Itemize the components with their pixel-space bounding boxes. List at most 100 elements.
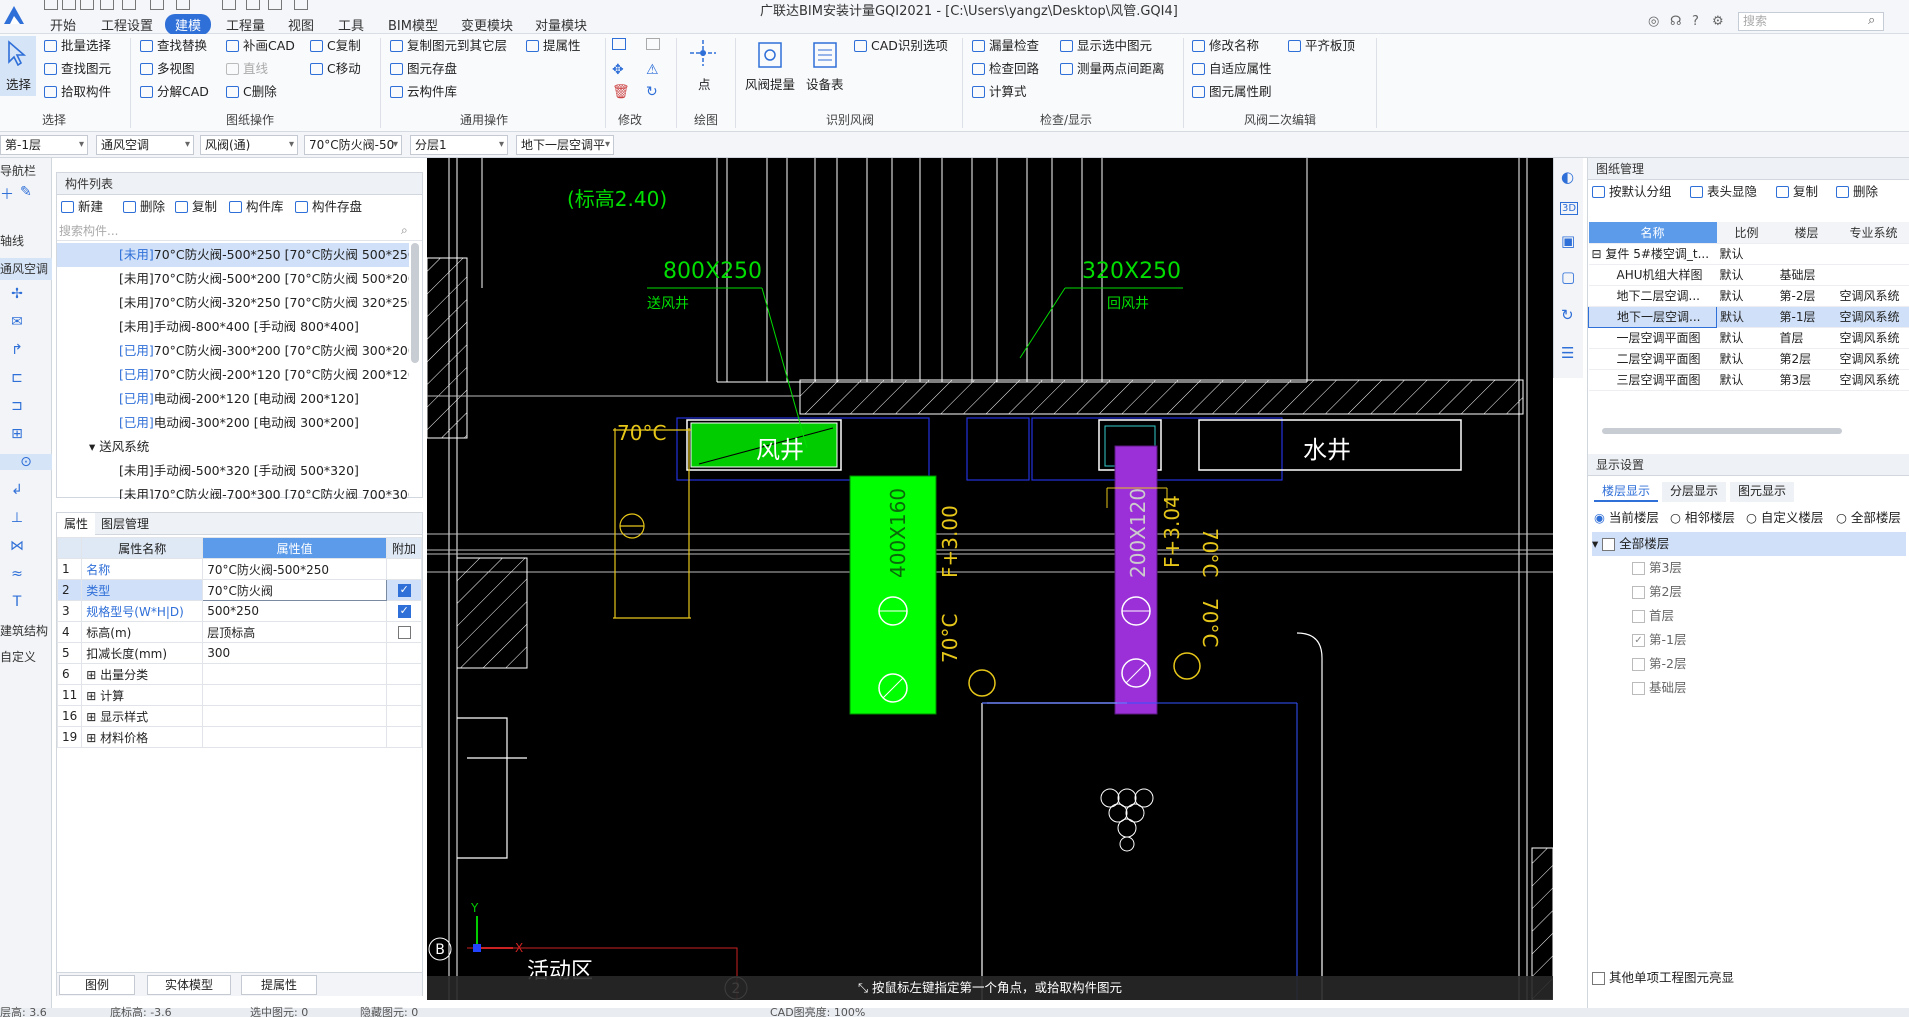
show-selected-button[interactable]: 显示选中图元 [1060,36,1152,56]
copy-icon[interactable] [612,38,626,50]
tree-row[interactable]: [已用]电动阀-300*200 [电动阀 300*200] [57,411,409,435]
extra-checkbox[interactable] [397,626,411,639]
extra-checkbox[interactable] [397,604,411,618]
checkbox[interactable] [1632,682,1645,695]
nav-item-custom[interactable]: 自定义 [0,648,36,665]
radio-all-floors[interactable]: ○ 全部楼层 [1836,508,1901,528]
search-icon[interactable]: ⌕ [1868,13,1875,28]
mirror-icon[interactable] [646,38,660,50]
move-icon[interactable]: ✥ [612,62,624,78]
element-save-button[interactable]: 图元存盘 [390,59,457,79]
new-button[interactable]: 新建 [61,197,103,217]
copy-to-floor-button[interactable]: 复制图元到其它层 [390,36,507,56]
table-row[interactable]: 6 ⊞ 出量分类 [56,663,422,685]
undo-icon[interactable] [100,0,114,10]
line-button[interactable]: 直线 [226,59,268,79]
connector-icon[interactable]: ⊐ [8,398,26,414]
3d-view-icon[interactable]: 3D [1560,202,1579,215]
checkbox[interactable] [1602,538,1616,551]
property-value[interactable]: 层顶标高 [202,621,388,643]
draw-cad-button[interactable]: 补画CAD [226,36,295,56]
cube-icon[interactable]: ▣ [1561,232,1575,250]
measure-distance-button[interactable]: 测量两点间距离 [1060,59,1165,79]
table-row[interactable]: 三层空调平面图 默认 第3层 空调风系统 [1588,369,1909,391]
floor-tree-root[interactable]: ▾ 全部楼层 [1592,532,1906,556]
quick-tool-icon[interactable] [268,0,282,10]
mirror-tool-icon[interactable]: ⚠ [646,62,659,78]
find-replace-button[interactable]: 查找替换 [140,36,207,56]
highlight-other-checkbox[interactable]: 其他单项工程图元亮显 [1592,968,1734,988]
checkbox[interactable] [1632,586,1645,599]
rotate-icon[interactable]: ↻ [646,84,658,100]
nav-item-hvac[interactable]: 通风空调 [0,258,52,280]
property-value[interactable]: 70°C防火阀-500*250 [202,558,388,580]
delete-icon[interactable]: 🗑 [612,84,630,100]
default-group-button[interactable]: 按默认分组 [1592,182,1672,202]
orbit-icon[interactable]: ◐ [1561,168,1574,186]
table-row[interactable]: AHU机组大样图 默认 基础层 [1588,264,1909,286]
extra-checkbox[interactable] [397,583,411,597]
legend-button[interactable]: 图例 [59,975,135,995]
equipment-table-button[interactable]: 设备表 [802,36,848,96]
table-row[interactable]: ⊟ 复件 5#楼空调_t... 默认 [1588,243,1909,265]
checkbox-checked[interactable]: ✓ [1632,634,1645,647]
component-select[interactable]: 70°C防火阀-50 [304,135,402,155]
collapse-icon[interactable]: ⊟ [1592,247,1606,261]
delete-drawing-button[interactable]: 删除 [1836,182,1878,202]
search-icon[interactable]: ⌕ [401,223,408,238]
component-search-input[interactable]: 搜索构件... [57,221,422,241]
radio-current-floor[interactable]: ◉ 当前楼层 [1594,508,1659,528]
point-button[interactable]: 点 [682,36,726,96]
elbow-icon[interactable]: ↱ [8,342,26,358]
drawing-canvas[interactable]: 风井 水井 400X160 F+3.00 70°C 200X120 F+3.04… [427,158,1553,1000]
tab-layer-display[interactable]: 分层显示 [1662,482,1726,502]
floor-item[interactable]: 基础层 [1632,676,1687,700]
tree-row[interactable]: [已用]70°C防火阀-200*120 [70°C防火阀 200*120] [57,363,409,387]
menu-start[interactable]: 开始 [40,14,86,35]
solid-model-button[interactable]: 实体模型 [147,975,231,995]
table-row-selected[interactable]: 地下一层空调... 默认 第-1层 空调风系统 [1588,305,1909,328]
property-value-input[interactable]: 70°C防火阀 [202,579,388,601]
bowtie-icon[interactable]: ⋈ [8,538,26,554]
table-row[interactable]: 3 规格型号(W*H|D) 500*250 [56,600,422,622]
property-value[interactable]: 300 [202,642,388,664]
c-copy-button[interactable]: C复制 [310,36,361,56]
collapse-icon[interactable]: ▾ [1592,536,1602,551]
c-move-button[interactable]: C移动 [310,59,361,79]
quick-tool-icon[interactable] [150,0,164,10]
redo-icon[interactable] [122,0,136,10]
table-row[interactable]: 1 名称 70°C防火阀-500*250 [56,558,422,580]
tree-row[interactable]: [已用]电动阀-200*120 [电动阀 200*120] [57,387,409,411]
quick-tool-icon[interactable] [246,0,260,10]
toggle-header-button[interactable]: 表头显隐 [1690,182,1757,202]
rename-button[interactable]: 修改名称 [1192,36,1259,56]
menu-reconcile-module[interactable]: 对量模块 [525,14,597,35]
cloud-library-button[interactable]: 云构件库 [390,82,457,102]
formula-button[interactable]: 计算式 [972,82,1027,102]
quick-tool-icon[interactable] [176,0,190,10]
floor-item[interactable]: 第3层 [1632,556,1682,580]
copy-button[interactable]: 复制 [175,197,217,217]
tab-properties[interactable]: 属性 [57,513,95,535]
floor-item[interactable]: 首层 [1632,604,1674,628]
floor-item[interactable]: 第-2层 [1632,652,1686,676]
quick-tool-icon[interactable] [222,0,236,10]
select-tool-button[interactable]: 选择 [0,36,36,96]
drawing-select[interactable]: 地下一层空调平 [516,135,614,155]
table-row[interactable]: 地下二层空调... 默认 第-2层 空调风系统 [1588,285,1909,307]
extract-attr-bottom-button[interactable]: 提属性 [241,975,317,995]
scrollbar[interactable] [411,243,419,363]
menu-bim-model[interactable]: BIM模型 [378,14,448,35]
coil-icon[interactable]: ≈ [8,566,26,582]
cad-drawing[interactable]: 风井 水井 400X160 F+3.00 70°C 200X120 F+3.04… [427,158,1553,1000]
new-icon[interactable] [62,0,76,10]
quick-tool-icon[interactable] [294,0,308,10]
fan-icon[interactable]: ✢ [8,286,26,302]
support-icon[interactable]: ☊ [1670,14,1682,29]
store-button[interactable]: 构件存盘 [295,197,362,217]
menu-project-settings[interactable]: 工程设置 [91,14,163,35]
tree-group[interactable]: ▾ 送风系统 [57,435,409,459]
floor-item[interactable]: ✓ 第-1层 [1632,628,1686,652]
collapse-icon[interactable]: ▾ [89,439,99,454]
floor-select[interactable]: 第-1层 [0,135,88,155]
